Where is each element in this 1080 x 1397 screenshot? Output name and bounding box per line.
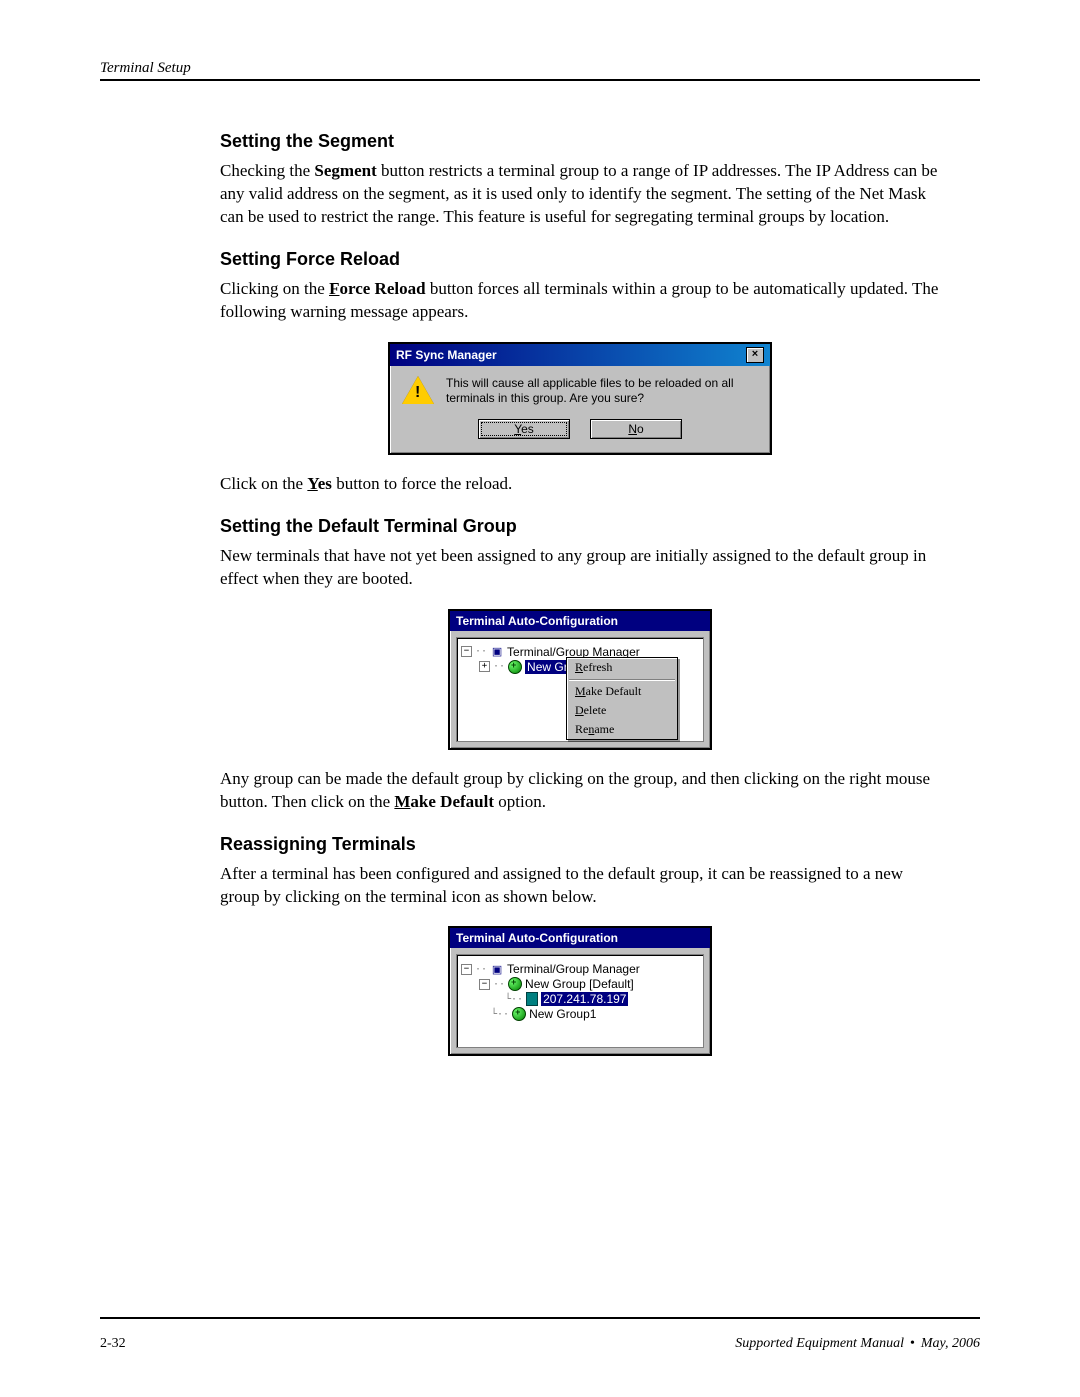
yes-button[interactable]: Yes	[478, 419, 570, 439]
tree-group-1[interactable]: └·· New Group1	[491, 1007, 699, 1021]
tree-group-default[interactable]: − ·· New Group [Default]	[479, 977, 699, 991]
tree-root-2[interactable]: − ·· ▣ Terminal/Group Manager	[461, 962, 699, 976]
menu-refresh[interactable]: Refresh	[567, 658, 677, 677]
manager-icon: ▣	[490, 646, 504, 658]
para-force-reload-2: Click on the Yes button to force the rel…	[220, 473, 940, 496]
close-icon[interactable]: ×	[746, 347, 764, 363]
group-icon	[508, 977, 522, 991]
collapse-icon[interactable]: −	[461, 964, 472, 975]
no-button[interactable]: No	[590, 419, 682, 439]
para-segment: Checking the Segment button restricts a …	[220, 160, 940, 229]
menu-delete[interactable]: Delete	[567, 701, 677, 720]
para-default-group-1: New terminals that have not yet been ass…	[220, 545, 940, 591]
tree-figure-1: Terminal Auto-Configuration − ·· ▣ Termi…	[220, 609, 940, 750]
para-default-group-2: Any group can be made the default group …	[220, 768, 940, 814]
context-menu: Refresh Make Default Delete Rename	[566, 657, 678, 740]
manager-icon: ▣	[490, 963, 504, 975]
terminal-icon	[526, 992, 538, 1006]
footer-right: Supported Equipment Manual•May, 2006	[735, 1336, 980, 1352]
tree-terminal-selected[interactable]: └·· 207.241.78.197	[505, 992, 699, 1006]
tree-figure-2: Terminal Auto-Configuration − ·· ▣ Termi…	[220, 926, 940, 1056]
page: Terminal Setup Setting the Segment Check…	[0, 0, 1080, 1397]
dialog-figure: RF Sync Manager × ! This will cause all …	[220, 342, 940, 455]
dialog-message: This will cause all applicable files to …	[446, 376, 758, 407]
expand-icon[interactable]: +	[479, 661, 490, 672]
para-reassign-1: After a terminal has been configured and…	[220, 863, 940, 909]
rf-sync-dialog: RF Sync Manager × ! This will cause all …	[388, 342, 772, 455]
tree-title[interactable]: Terminal Auto-Configuration	[450, 611, 710, 631]
group-icon	[508, 660, 522, 674]
menu-rename[interactable]: Rename	[567, 720, 677, 739]
warning-icon: !	[402, 376, 434, 404]
terminal-autoconfig-window-2: Terminal Auto-Configuration − ·· ▣ Termi…	[448, 926, 712, 1056]
menu-make-default[interactable]: Make Default	[567, 682, 677, 701]
heading-default-group: Setting the Default Terminal Group	[220, 516, 940, 537]
dialog-titlebar[interactable]: RF Sync Manager ×	[390, 344, 770, 366]
header-rule	[100, 79, 980, 81]
footer-rule	[100, 1317, 980, 1319]
running-header: Terminal Setup	[100, 60, 980, 77]
collapse-icon[interactable]: −	[461, 646, 472, 657]
tree-title-2[interactable]: Terminal Auto-Configuration	[450, 928, 710, 948]
dialog-title: RF Sync Manager	[396, 348, 497, 362]
para-force-reload-1: Clicking on the Force Reload button forc…	[220, 278, 940, 324]
content-area: Setting the Segment Checking the Segment…	[220, 131, 940, 1056]
heading-reassign: Reassigning Terminals	[220, 834, 940, 855]
heading-force-reload: Setting Force Reload	[220, 249, 940, 270]
footer: 2-32 Supported Equipment Manual•May, 200…	[100, 1336, 980, 1352]
tree-body-2: − ·· ▣ Terminal/Group Manager − ·· New G…	[456, 954, 704, 1048]
heading-segment: Setting the Segment	[220, 131, 940, 152]
page-number: 2-32	[100, 1336, 126, 1352]
collapse-icon[interactable]: −	[479, 979, 490, 990]
group-icon	[512, 1007, 526, 1021]
